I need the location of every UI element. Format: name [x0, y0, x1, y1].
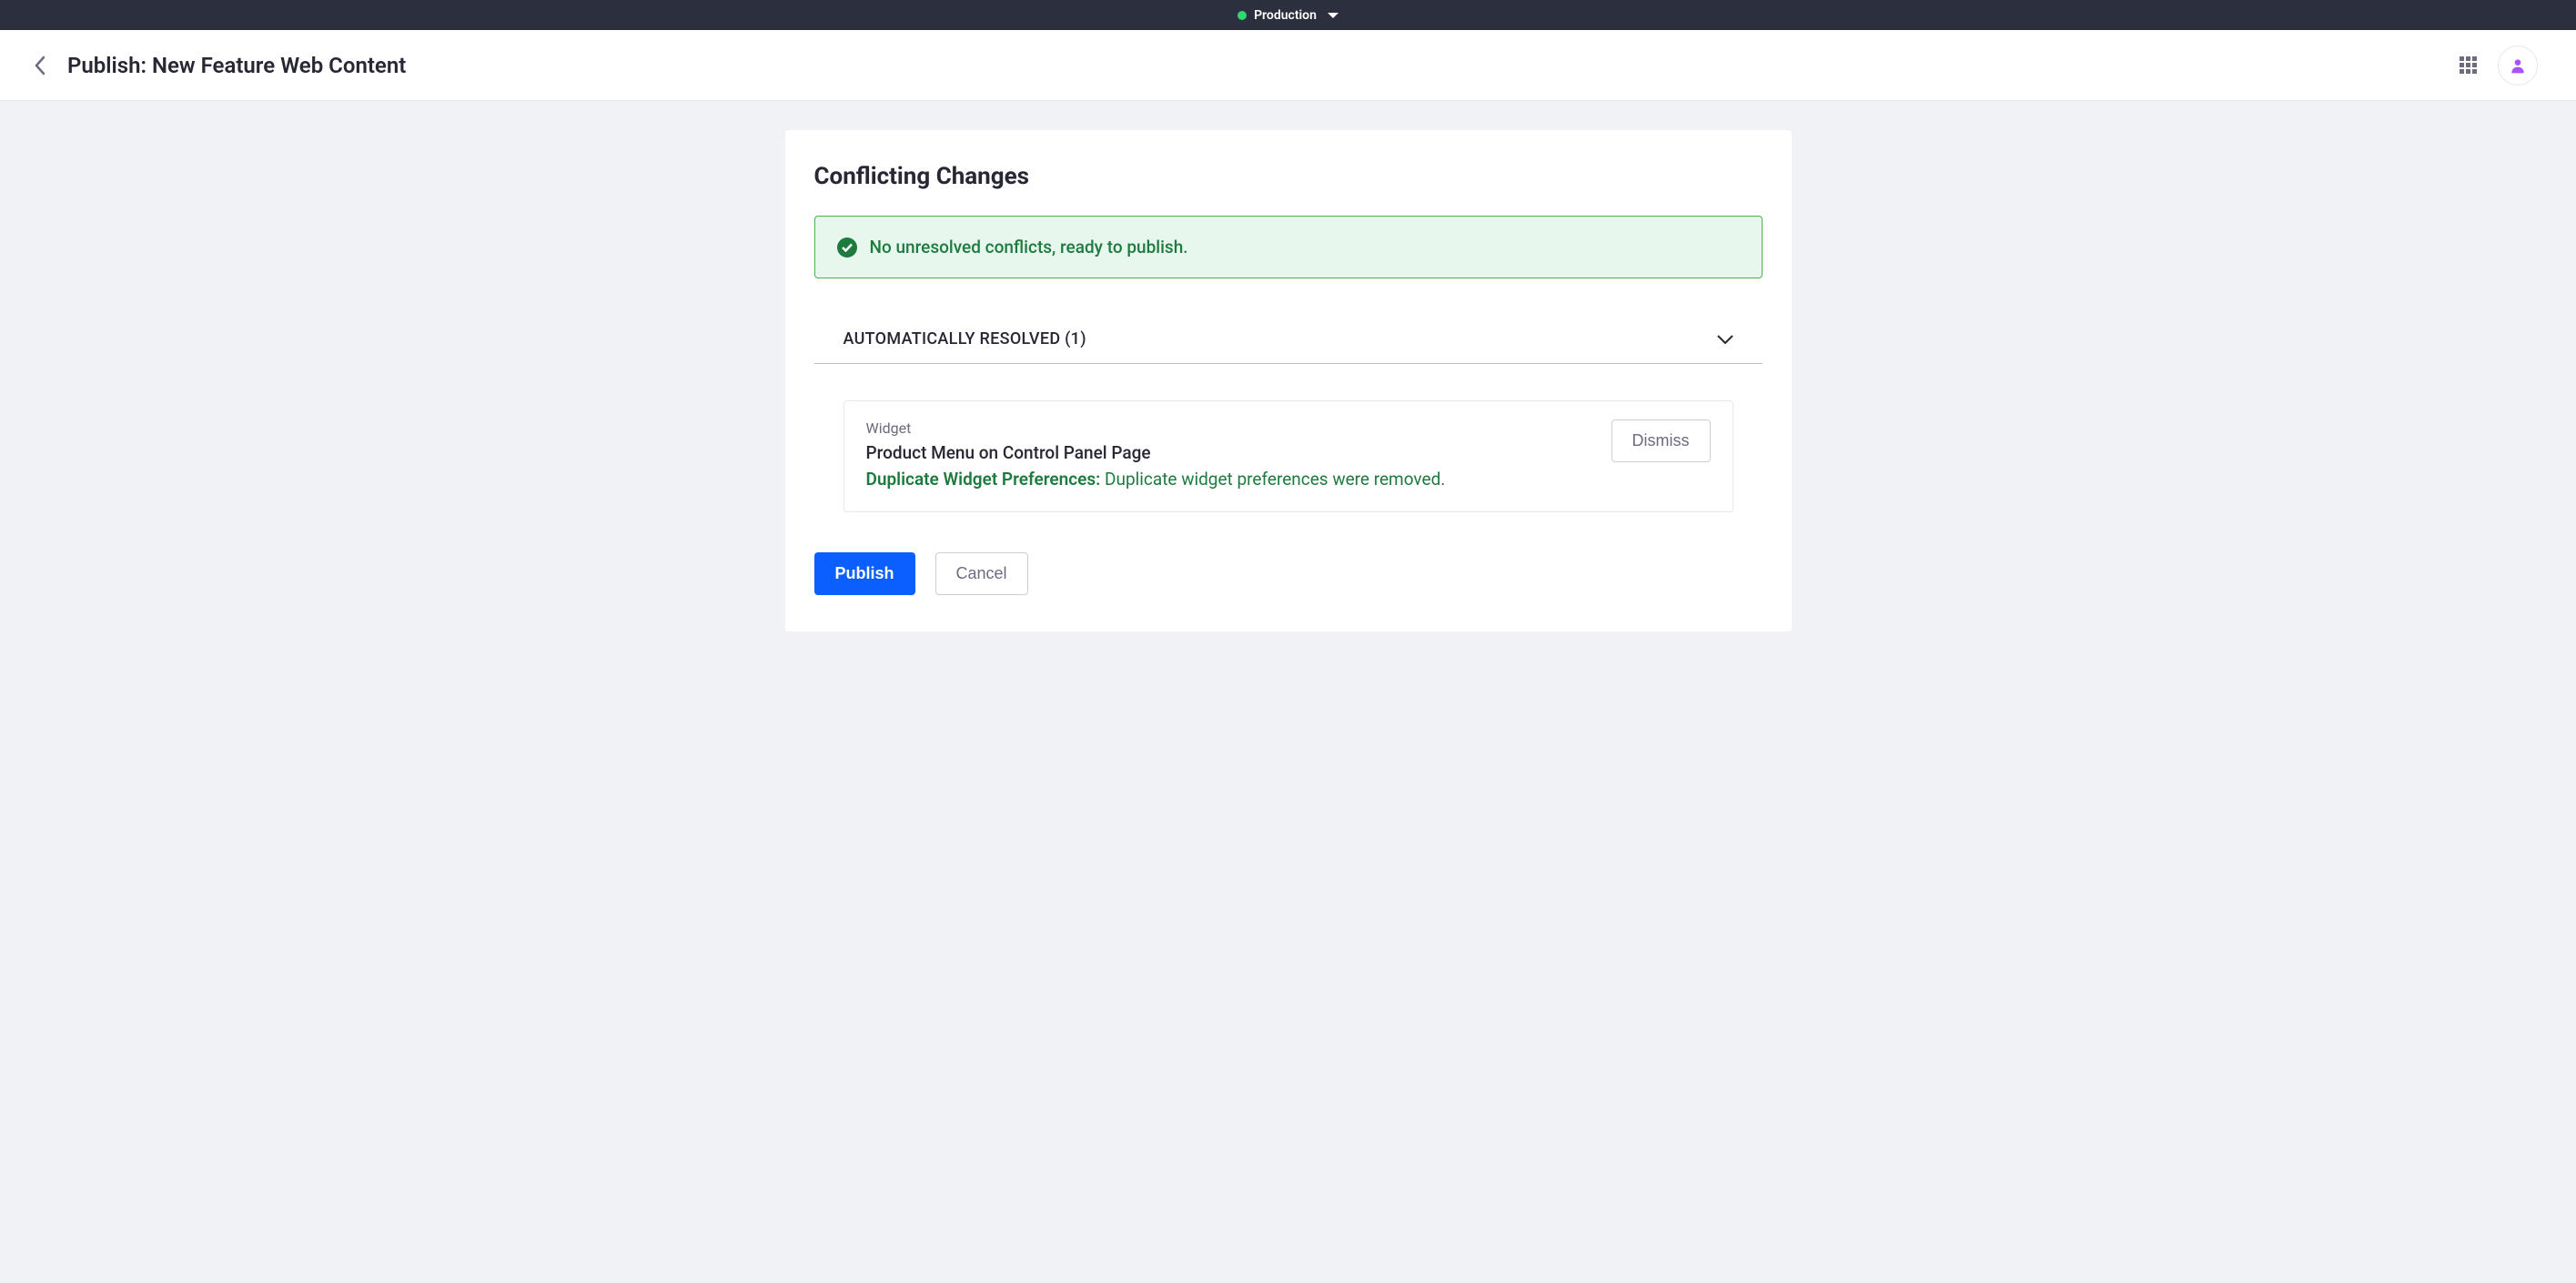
environment-bar: Production: [0, 0, 2576, 30]
content-area: Conflicting Changes No unresolved confli…: [0, 101, 2576, 661]
environment-label: Production: [1254, 8, 1317, 23]
conflicts-card: Conflicting Changes No unresolved confli…: [785, 130, 1792, 631]
chevron-left-icon: [34, 56, 46, 76]
card-heading: Conflicting Changes: [814, 163, 1763, 190]
publish-button[interactable]: Publish: [814, 552, 915, 595]
environment-selector[interactable]: Production: [1237, 8, 1339, 23]
action-buttons: Publish Cancel: [814, 552, 1763, 595]
apps-grid-icon[interactable]: [2460, 56, 2478, 75]
user-avatar[interactable]: [2498, 45, 2538, 86]
dismiss-button[interactable]: Dismiss: [1611, 419, 1711, 462]
conflict-description: Duplicate Widget Preferences: Duplicate …: [866, 469, 1611, 490]
chevron-down-icon: [1717, 335, 1733, 344]
conflict-item: Widget Product Menu on Control Panel Pag…: [844, 400, 1733, 512]
section-label: AUTOMATICALLY RESOLVED (1): [844, 329, 1086, 349]
caret-down-icon: [1328, 13, 1339, 18]
alert-message: No unresolved conflicts, ready to publis…: [870, 237, 1188, 258]
success-alert: No unresolved conflicts, ready to publis…: [814, 216, 1763, 278]
conflict-type: Widget: [866, 419, 1611, 437]
back-button[interactable]: [29, 55, 51, 76]
conflict-title: Product Menu on Control Panel Page: [866, 442, 1611, 463]
user-icon: [2509, 56, 2527, 75]
page-header-bar: Publish: New Feature Web Content: [0, 30, 2576, 101]
cancel-button[interactable]: Cancel: [935, 552, 1028, 595]
status-dot-icon: [1237, 11, 1247, 20]
check-circle-icon: [837, 237, 857, 258]
conflict-desc-text: Duplicate widget preferences were remove…: [1100, 469, 1445, 490]
auto-resolved-section-toggle[interactable]: AUTOMATICALLY RESOLVED (1): [814, 329, 1763, 364]
conflict-desc-label: Duplicate Widget Preferences:: [866, 469, 1101, 490]
page-title: Publish: New Feature Web Content: [67, 53, 406, 78]
